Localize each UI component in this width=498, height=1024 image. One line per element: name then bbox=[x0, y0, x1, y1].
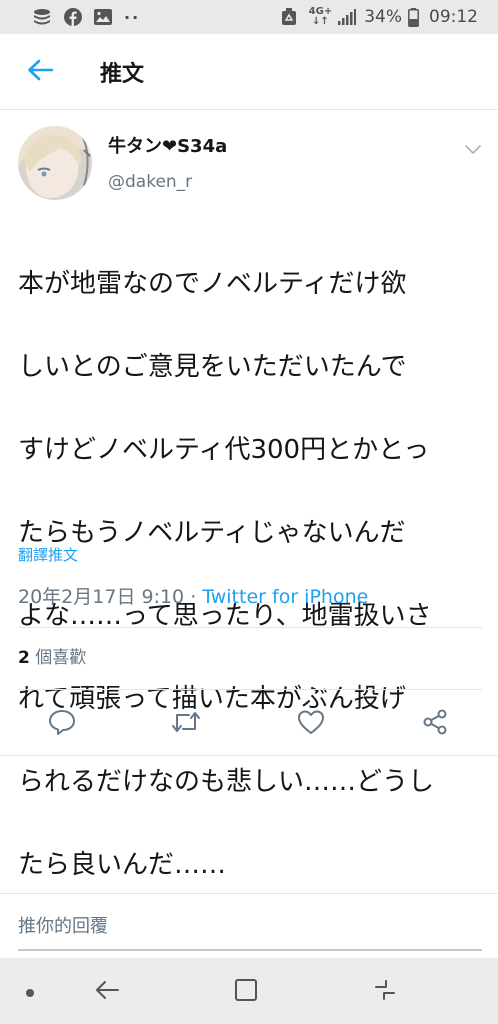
translate-tweet-link[interactable]: 翻譯推文 bbox=[18, 544, 78, 565]
back-arrow-icon bbox=[94, 979, 120, 1005]
data-arrows-icon: ↓↑ bbox=[312, 16, 329, 27]
system-nav-bar bbox=[0, 958, 498, 1024]
database-icon bbox=[32, 7, 52, 27]
signal-icon bbox=[338, 9, 357, 25]
reply-input[interactable]: 推你的回覆 bbox=[18, 912, 108, 938]
meta-separator: · bbox=[184, 586, 203, 608]
reply-composer: 推你的回覆 bbox=[0, 894, 498, 958]
more-notifications: ·· bbox=[124, 7, 141, 27]
display-name[interactable]: 牛タン❤S34a bbox=[108, 134, 227, 160]
reply-underline bbox=[18, 949, 482, 951]
battery-percent: 34% bbox=[364, 7, 402, 27]
nav-dot-button[interactable] bbox=[10, 972, 50, 1012]
comment-icon bbox=[48, 709, 76, 739]
gallery-icon bbox=[94, 9, 112, 25]
page-title: 推文 bbox=[100, 61, 145, 87]
share-button[interactable] bbox=[413, 702, 457, 746]
status-bar: ·· 4G+ ↓↑ 34% 09:12 bbox=[0, 0, 498, 34]
retweet-button[interactable] bbox=[164, 702, 208, 746]
dot-icon bbox=[25, 983, 35, 1002]
tweet-line: 本が地雷なのでノベルティだけ欲 bbox=[18, 268, 407, 299]
tweet-line: たら良いんだ…… bbox=[18, 849, 227, 880]
recycle-icon bbox=[281, 8, 297, 26]
nav-recents-button[interactable] bbox=[365, 972, 405, 1012]
tweet-options-button[interactable] bbox=[458, 134, 488, 164]
tweet-source-link[interactable]: Twitter for iPhone bbox=[202, 586, 368, 608]
facebook-icon bbox=[64, 8, 82, 26]
avatar[interactable] bbox=[18, 126, 92, 200]
tweet-line: しいとのご意見をいただいたんで bbox=[18, 351, 407, 382]
retweet-icon bbox=[170, 710, 202, 738]
app-header: 推文 bbox=[0, 34, 498, 110]
clock: 09:12 bbox=[429, 7, 478, 27]
share-icon bbox=[421, 708, 449, 740]
nav-back-button[interactable] bbox=[87, 972, 127, 1012]
tweet-meta: 20年2月17日 9:10 · Twitter for iPhone bbox=[18, 584, 368, 610]
tweet-actions bbox=[0, 694, 498, 754]
divider bbox=[18, 689, 482, 690]
home-square-icon bbox=[234, 978, 258, 1006]
reply-button[interactable] bbox=[40, 702, 84, 746]
tweet-line: られるだけなのも悲しい……どうし bbox=[18, 766, 435, 797]
nav-home-button[interactable] bbox=[226, 972, 266, 1012]
tweet-date: 20年2月17日 9:10 bbox=[18, 586, 185, 608]
chevron-down-icon bbox=[465, 140, 481, 159]
likes-count[interactable]: 2 個喜歡 bbox=[18, 645, 86, 671]
tweet-line: すけどノベルティ代300円とかとっ bbox=[18, 434, 430, 465]
tweet-text: 本が地雷なのでノベルティだけ欲 しいとのご意見をいただいたんで すけどノベルティ… bbox=[18, 222, 486, 928]
tweet-line: たらもうノベルティじゃないんだ bbox=[18, 517, 406, 548]
likes-number: 2 bbox=[18, 648, 30, 668]
screen-name[interactable]: @daken_r bbox=[108, 170, 227, 194]
network-type: 4G+ ↓↑ bbox=[308, 6, 333, 27]
like-button[interactable] bbox=[289, 702, 333, 746]
likes-label: 個喜歡 bbox=[29, 648, 87, 668]
arrow-left-icon bbox=[27, 59, 54, 85]
tweet-author: 牛タン❤S34a @daken_r bbox=[18, 126, 488, 206]
battery-icon bbox=[408, 7, 419, 27]
back-button[interactable] bbox=[0, 34, 80, 110]
divider bbox=[0, 755, 498, 756]
heart-icon bbox=[297, 709, 325, 739]
recents-icon bbox=[372, 978, 398, 1006]
divider bbox=[18, 627, 482, 628]
